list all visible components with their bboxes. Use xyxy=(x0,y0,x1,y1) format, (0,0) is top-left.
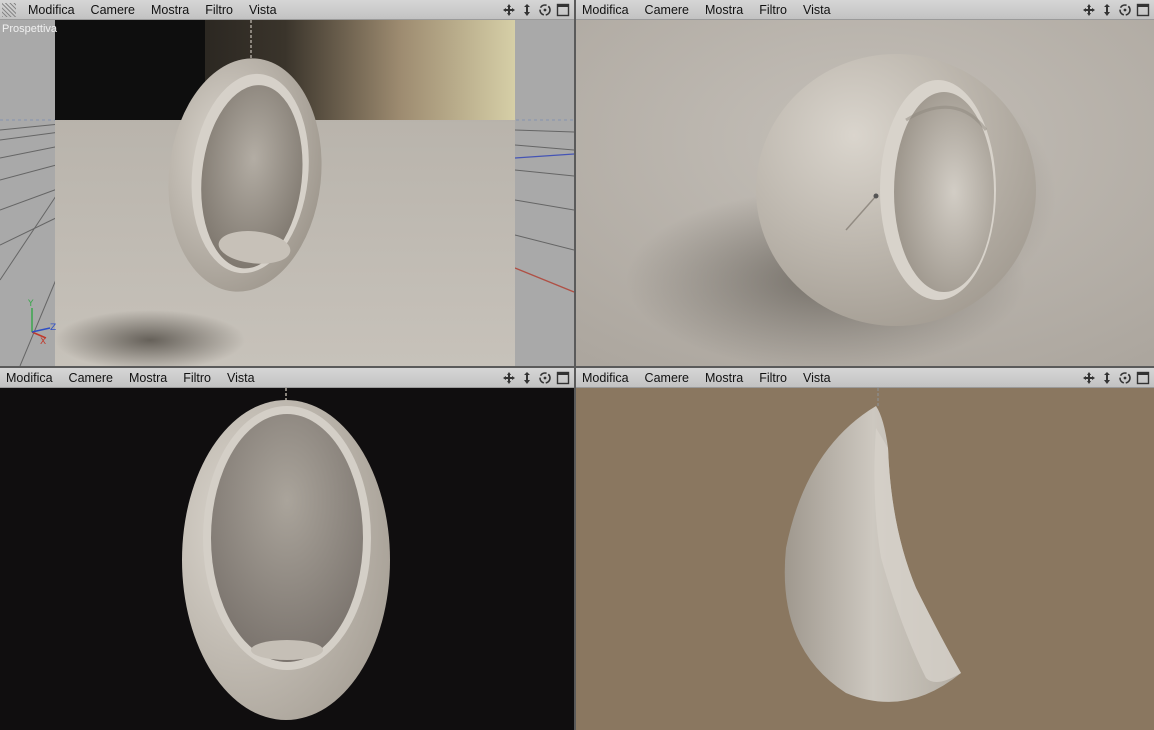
menu-camere[interactable]: Camere xyxy=(637,0,697,20)
menu-filtro[interactable]: Filtro xyxy=(175,368,219,388)
menu-vista[interactable]: Vista xyxy=(795,368,839,388)
viewport-top-right[interactable]: Modifica Camere Mostra Filtro Vista xyxy=(576,0,1154,366)
move-icon[interactable] xyxy=(502,371,516,385)
move-icon[interactable] xyxy=(502,3,516,17)
menu-mostra[interactable]: Mostra xyxy=(121,368,175,388)
viewport-menubar: Modifica Camere Mostra Filtro Vista xyxy=(0,368,574,388)
zoom-icon[interactable] xyxy=(1100,371,1114,385)
svg-text:Z: Z xyxy=(50,323,56,333)
rotate-icon[interactable] xyxy=(538,3,552,17)
maximize-icon[interactable] xyxy=(556,371,570,385)
viewport-label: Prospettiva xyxy=(2,23,58,35)
zoom-icon[interactable] xyxy=(520,3,534,17)
menu-filtro[interactable]: Filtro xyxy=(751,0,795,20)
viewport-splitter-vertical[interactable] xyxy=(574,0,576,730)
maximize-icon[interactable] xyxy=(556,3,570,17)
zoom-icon[interactable] xyxy=(1100,3,1114,17)
viewport-bottom-left[interactable]: Modifica Camere Mostra Filtro Vista xyxy=(0,368,574,730)
quad-viewport-layout: Modifica Camere Mostra Filtro Vista Pros… xyxy=(0,0,1154,730)
menu-vista[interactable]: Vista xyxy=(219,368,263,388)
viewport-menubar: Modifica Camere Mostra Filtro Vista xyxy=(576,368,1154,388)
viewport-bottom-right[interactable]: Modifica Camere Mostra Filtro Vista xyxy=(576,368,1154,730)
render-canvas[interactable] xyxy=(0,388,574,730)
menu-modifica[interactable]: Modifica xyxy=(20,0,83,20)
viewport-perspective[interactable]: Modifica Camere Mostra Filtro Vista Pros… xyxy=(0,0,574,366)
move-icon[interactable] xyxy=(1082,3,1096,17)
menu-vista[interactable]: Vista xyxy=(795,0,839,20)
menu-camere[interactable]: Camere xyxy=(83,0,143,20)
menu-modifica[interactable]: Modifica xyxy=(0,368,61,388)
svg-text:Y: Y xyxy=(27,299,34,309)
rotate-icon[interactable] xyxy=(1118,371,1132,385)
move-icon[interactable] xyxy=(1082,371,1096,385)
menu-modifica[interactable]: Modifica xyxy=(576,368,637,388)
menu-mostra[interactable]: Mostra xyxy=(143,0,197,20)
render-canvas[interactable]: Y X Z xyxy=(0,20,574,366)
menu-mostra[interactable]: Mostra xyxy=(697,368,751,388)
zoom-icon[interactable] xyxy=(520,371,534,385)
render-canvas[interactable] xyxy=(576,388,1154,730)
maximize-icon[interactable] xyxy=(1136,3,1150,17)
rotate-icon[interactable] xyxy=(1118,3,1132,17)
menu-mostra[interactable]: Mostra xyxy=(697,0,751,20)
rotate-icon[interactable] xyxy=(538,371,552,385)
svg-text:X: X xyxy=(40,337,46,347)
menu-vista[interactable]: Vista xyxy=(241,0,285,20)
viewport-menubar: Modifica Camere Mostra Filtro Vista xyxy=(576,0,1154,20)
viewport-menubar: Modifica Camere Mostra Filtro Vista xyxy=(0,0,574,20)
menu-modifica[interactable]: Modifica xyxy=(576,0,637,20)
menu-camere[interactable]: Camere xyxy=(637,368,697,388)
grip-handle-icon[interactable] xyxy=(2,2,16,17)
menu-filtro[interactable]: Filtro xyxy=(197,0,241,20)
menu-camere[interactable]: Camere xyxy=(61,368,121,388)
menu-filtro[interactable]: Filtro xyxy=(751,368,795,388)
maximize-icon[interactable] xyxy=(1136,371,1150,385)
render-canvas[interactable] xyxy=(576,20,1154,366)
